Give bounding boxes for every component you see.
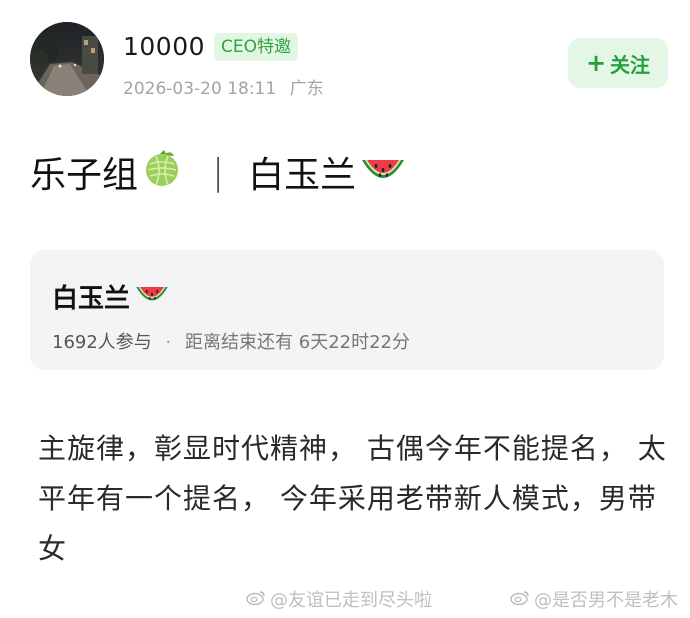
poll-participants: 1692人参与 <box>52 332 152 353</box>
plus-icon: + <box>585 49 607 77</box>
follow-button[interactable]: + 关注 <box>568 38 668 88</box>
weibo-icon <box>246 589 266 610</box>
watermelon-icon <box>360 148 406 197</box>
poll-title: 白玉兰 <box>52 278 170 315</box>
poll-meta-dot: · <box>165 332 172 353</box>
post-meta: 2026-03-20 18:11 广东 <box>123 74 324 99</box>
post-title-right: 白玉兰 <box>248 155 357 196</box>
watermark-left: @友谊已走到尽头啦 <box>246 586 432 612</box>
poll-card[interactable]: 白玉兰 1692人参与 · 距离结束还有 6天22时22分 <box>30 250 664 370</box>
username[interactable]: 10000 <box>123 32 205 61</box>
post-date: 2026-03-20 18:11 <box>123 79 277 99</box>
title-separator: | <box>212 151 225 193</box>
post-title-left: 乐子组 <box>30 155 139 196</box>
post-location: 广东 <box>289 79 324 99</box>
poll-remaining: 距离结束还有 6天22时22分 <box>185 332 410 353</box>
ceo-badge: CEO特邀 <box>214 33 298 61</box>
post-title: 乐子组 | 白玉兰 <box>30 146 406 198</box>
follow-label: 关注 <box>610 52 651 77</box>
weibo-icon <box>510 589 530 610</box>
post-body: 主旋律，彰显时代精神， 古偶今年不能提名， 太平年有一个提名， 今年采用老带新人… <box>38 432 667 565</box>
watermelon-icon <box>134 278 170 315</box>
melon-icon <box>142 148 182 197</box>
poll-title-text: 白玉兰 <box>52 284 131 314</box>
watermark-left-text: @友谊已走到尽头啦 <box>270 590 432 611</box>
watermark-right-text: @是否男不是老木 <box>534 590 678 611</box>
poll-meta: 1692人参与 · 距离结束还有 6天22时22分 <box>52 328 410 354</box>
avatar-image <box>30 22 104 96</box>
post-page: 10000 CEO特邀 2026-03-20 18:11 广东 + 关注 乐子组… <box>0 0 690 618</box>
watermark-right: @是否男不是老木 <box>510 586 678 612</box>
avatar[interactable] <box>30 22 104 96</box>
